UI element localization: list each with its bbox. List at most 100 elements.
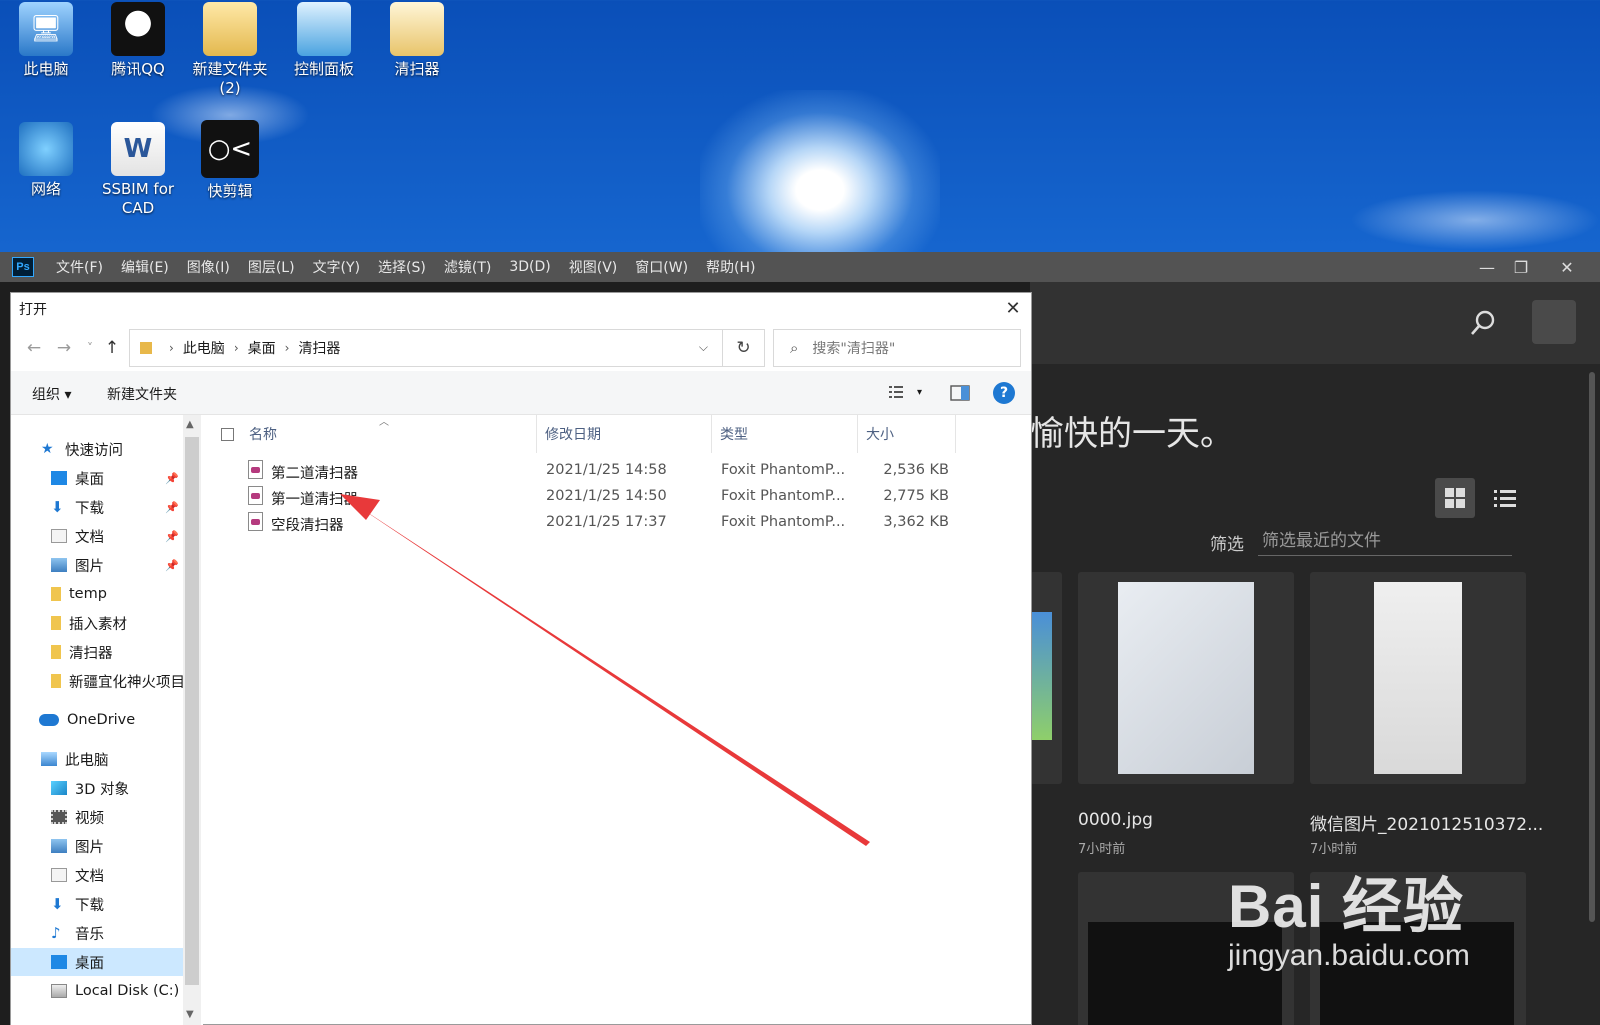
menu-3d[interactable]: 3D(D) — [509, 259, 550, 275]
nav-item-documents[interactable]: 文档 📌 — [11, 522, 183, 550]
view-options-icon[interactable] — [887, 383, 909, 403]
nav-item-quick-access[interactable]: ★ 快速访问 — [11, 435, 183, 463]
desktop-icon-network[interactable]: 网络 — [0, 122, 92, 199]
preview-pane-icon[interactable] — [949, 383, 971, 403]
nav-item-xinjiang-project[interactable]: 新疆宜化神火项目 — [11, 667, 183, 695]
column-header-type[interactable]: 类型 — [712, 415, 858, 453]
back-button[interactable]: ← — [23, 337, 45, 359]
photoshop-logo-icon: Ps — [12, 257, 34, 277]
nav-item-desktop-pc[interactable]: 桌面 — [11, 948, 183, 976]
new-folder-button[interactable]: 新建文件夹 — [107, 384, 177, 404]
folder-icon — [51, 674, 61, 688]
minimize-button[interactable]: — — [1472, 256, 1502, 278]
chevron-down-icon[interactable]: ▾ — [917, 387, 922, 398]
nav-item-onedrive[interactable]: OneDrive — [11, 706, 183, 734]
download-icon: ⬇ — [51, 895, 64, 913]
folder-icon — [51, 645, 61, 659]
desktop-icon-ssbim[interactable]: W SSBIM for CAD — [92, 122, 184, 218]
nav-item-local-disk-c[interactable]: Local Disk (C:) — [11, 977, 183, 1005]
close-button[interactable]: ✕ — [996, 293, 1030, 323]
recent-file-name[interactable]: 微信图片_2021012510372... — [1310, 810, 1543, 835]
recent-file-thumbnail[interactable] — [1078, 572, 1294, 784]
nav-item-label: 新疆宜化神火项目 — [69, 674, 183, 691]
pin-icon: 📌 — [165, 500, 179, 514]
nav-item-documents-pc[interactable]: 文档 — [11, 861, 183, 889]
desktop-icon-qingsaoqi[interactable]: 清扫器 — [371, 2, 463, 79]
nav-item-insert-material[interactable]: 插入素材 — [11, 609, 183, 637]
file-type: Foxit PhantomP... — [721, 488, 846, 504]
desktop-icon-label: 网络 — [30, 180, 61, 198]
filter-input[interactable]: 筛选最近的文件 — [1258, 526, 1512, 556]
desktop-icon-qq[interactable]: 腾讯QQ — [92, 2, 184, 79]
menu-edit[interactable]: 编辑(E) — [121, 257, 169, 277]
nav-item-label: 桌面 — [75, 955, 104, 972]
nav-item-downloads[interactable]: ⬇ 下载 📌 — [11, 493, 183, 521]
desktop-icon — [51, 471, 67, 485]
menu-layer[interactable]: 图层(L) — [248, 257, 295, 277]
chevron-down-icon[interactable]: ⌵ — [699, 340, 708, 355]
chevron-up-icon[interactable]: ▲ — [186, 419, 194, 430]
menu-window[interactable]: 窗口(W) — [635, 257, 688, 277]
scrollbar[interactable] — [1589, 372, 1595, 922]
desktop-icon-this-pc[interactable]: 🖥 此电脑 — [0, 2, 92, 79]
select-all-checkbox[interactable] — [221, 428, 234, 441]
menu-filter[interactable]: 滤镜(T) — [444, 257, 491, 277]
desktop-icon-new-folder-2[interactable]: 新建文件夹 (2) — [184, 2, 276, 98]
file-row[interactable]: 空段清扫器 2021/1/25 17:37 Foxit PhantomP... … — [203, 510, 963, 536]
recent-file-thumbnail[interactable] — [1030, 572, 1062, 784]
menu-image[interactable]: 图像(I) — [187, 257, 230, 277]
desktop-icon-kuaijianji[interactable]: ○< 快剪辑 — [184, 120, 276, 201]
nav-item-temp[interactable]: temp — [11, 580, 183, 608]
search-icon[interactable] — [1468, 308, 1498, 338]
breadcrumb-segment[interactable]: 桌面 — [248, 338, 276, 358]
word-document-icon: W — [111, 122, 165, 176]
nav-item-label: 下载 — [75, 897, 104, 914]
nav-item-this-pc[interactable]: 此电脑 — [11, 745, 183, 773]
up-button[interactable]: ↑ — [101, 337, 123, 359]
scrollbar-thumb[interactable] — [185, 437, 199, 985]
breadcrumb-segment[interactable]: 清扫器 — [298, 338, 340, 358]
nav-item-desktop[interactable]: 桌面 📌 — [11, 464, 183, 492]
watermark-url: jingyan.baidu.com — [1228, 939, 1470, 972]
nav-item-pictures-pc[interactable]: 图片 — [11, 832, 183, 860]
menu-view[interactable]: 视图(V) — [569, 257, 618, 277]
nav-item-pictures[interactable]: 图片 📌 — [11, 551, 183, 579]
grid-view-icon[interactable] — [1435, 478, 1475, 518]
help-icon[interactable]: ? — [993, 382, 1015, 404]
breadcrumb-segment[interactable]: 此电脑 — [183, 338, 225, 358]
chevron-down-icon[interactable]: ▼ — [186, 1009, 194, 1020]
close-button[interactable]: ✕ — [1552, 256, 1582, 278]
refresh-button[interactable]: ↻ — [723, 329, 765, 367]
list-view-icon[interactable] — [1490, 484, 1520, 512]
avatar[interactable] — [1532, 300, 1576, 344]
menu-help[interactable]: 帮助(H) — [706, 257, 755, 277]
column-header-name[interactable]: 名称 — [241, 415, 537, 453]
forward-button[interactable]: → — [53, 337, 75, 359]
nav-item-qingsaoqi[interactable]: 清扫器 — [11, 638, 183, 666]
restore-button[interactable]: ❐ — [1506, 256, 1536, 278]
file-row[interactable]: 第一道清扫器 2021/1/25 14:50 Foxit PhantomP...… — [203, 484, 963, 510]
column-header-size[interactable]: 大小 — [858, 415, 956, 453]
nav-item-music[interactable]: ♪ 音乐 — [11, 919, 183, 947]
nav-item-3d-objects[interactable]: 3D 对象 — [11, 774, 183, 802]
search-input[interactable]: ⌕ 搜索"清扫器" — [773, 329, 1021, 367]
folder-icon — [51, 616, 61, 630]
menu-file[interactable]: 文件(F) — [56, 257, 103, 277]
nav-item-label: 3D 对象 — [75, 781, 129, 798]
recent-locations-button[interactable]: ˅ — [79, 337, 101, 359]
nav-item-downloads-pc[interactable]: ⬇ 下载 — [11, 890, 183, 918]
recent-file-thumbnail[interactable] — [1310, 572, 1526, 784]
file-row[interactable]: 第二道清扫器 2021/1/25 14:58 Foxit PhantomP...… — [203, 458, 963, 484]
greeting-text: 愉快的一天。 — [1030, 414, 1234, 454]
nav-item-videos[interactable]: 视频 — [11, 803, 183, 831]
desktop-icon-control-panel[interactable]: 控制面板 — [278, 2, 370, 79]
address-bar[interactable]: › 此电脑 › 桌面 › 清扫器 ⌵ — [129, 329, 723, 367]
recent-file-name[interactable]: 0000.jpg — [1078, 810, 1153, 830]
organize-button[interactable]: 组织 ▾ — [32, 384, 71, 404]
column-header-modified[interactable]: 修改日期 — [537, 415, 712, 453]
desktop-icon-label: SSBIM for CAD — [101, 180, 175, 217]
scrollbar[interactable]: ▲ ▼ — [183, 415, 201, 1025]
menu-select[interactable]: 选择(S) — [378, 257, 426, 277]
menu-type[interactable]: 文字(Y) — [313, 257, 360, 277]
music-icon: ♪ — [51, 924, 61, 942]
